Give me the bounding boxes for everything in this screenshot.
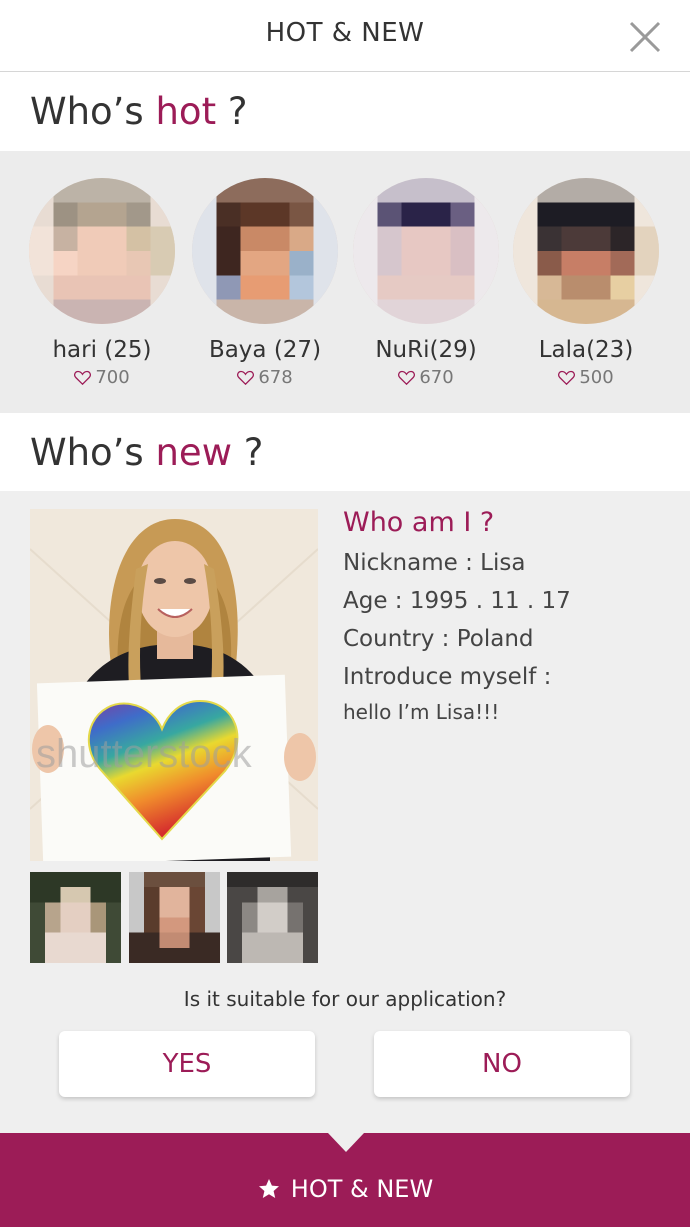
heart-outline-icon [558,370,576,385]
top-bar: HOT & NEW [0,0,690,72]
profile-introduce-label: Introduce myself : [343,664,552,690]
profile-thumbnail[interactable] [30,872,121,963]
hot-user-card[interactable]: NuRi(29) 670 [351,178,501,388]
hot-users-list: hari (25) 700 Baya (27) 678 NuRi(29) 670… [0,151,690,413]
review-question: Is it suitable for our application? [183,987,507,1011]
hot-user-name: NuRi(29) [375,337,477,363]
hot-section-header: Who’s hot ? [0,72,690,151]
watermark-text: shutterstock [36,732,253,776]
avatar [513,178,659,324]
hot-user-likes: 678 [190,367,340,388]
bottom-nav-label-group: HOT & NEW [0,1175,690,1203]
hot-user-likes: 700 [27,367,177,388]
profile-age: Age : 1995 . 11 . 17 [343,588,571,614]
hot-user-card[interactable]: Lala(23) 500 [511,178,661,388]
heart-outline-icon [237,370,255,385]
new-user-panel: shutterstock Who am I ? Nickname: Lisa … [0,491,690,1133]
hot-user-likes: 500 [511,367,661,388]
avatar [192,178,338,324]
hot-user-name: Baya (27) [208,337,322,363]
no-button[interactable]: NO [374,1031,630,1097]
profile-thumbnail[interactable] [129,872,220,963]
profile-info: Who am I ? Nickname : Lisa Age : 1995 . … [343,507,663,724]
page-title: HOT & NEW [265,18,425,48]
profile-thumbnail[interactable] [227,872,318,963]
likes-count: 670 [419,367,454,388]
likes-count: 678 [258,367,293,388]
hot-user-likes: 670 [351,367,501,388]
likes-count: 700 [95,367,130,388]
profile-main-photo[interactable]: shutterstock [30,509,318,861]
hot-user-card[interactable]: hari (25) 700 [27,178,177,388]
bottom-nav-notch [328,1133,364,1152]
profile-country: Country : Poland [343,626,534,652]
new-section-title: Who’s new ? [30,431,264,474]
hot-section-title: Who’s hot ? [30,90,248,133]
hot-user-name: Lala(23) [538,337,634,363]
new-section-header: Who’s new ? [0,413,690,491]
hot-user-card[interactable]: Baya (27) 678 [190,178,340,388]
heart-outline-icon [398,370,416,385]
profile-nickname: Nickname : Lisa [343,550,526,576]
yes-button[interactable]: YES [59,1031,315,1097]
close-icon[interactable] [628,20,662,54]
avatar [29,178,175,324]
avatar [353,178,499,324]
heart-outline-icon [74,370,92,385]
star-icon [258,1179,279,1198]
hot-user-name: hari (25) [52,337,152,363]
profile-title: Who am I ? [343,507,495,538]
bottom-nav-label: HOT & NEW [290,1175,434,1203]
likes-count: 500 [579,367,614,388]
profile-introduce-text: hello I’m Lisa!!! [343,700,500,724]
